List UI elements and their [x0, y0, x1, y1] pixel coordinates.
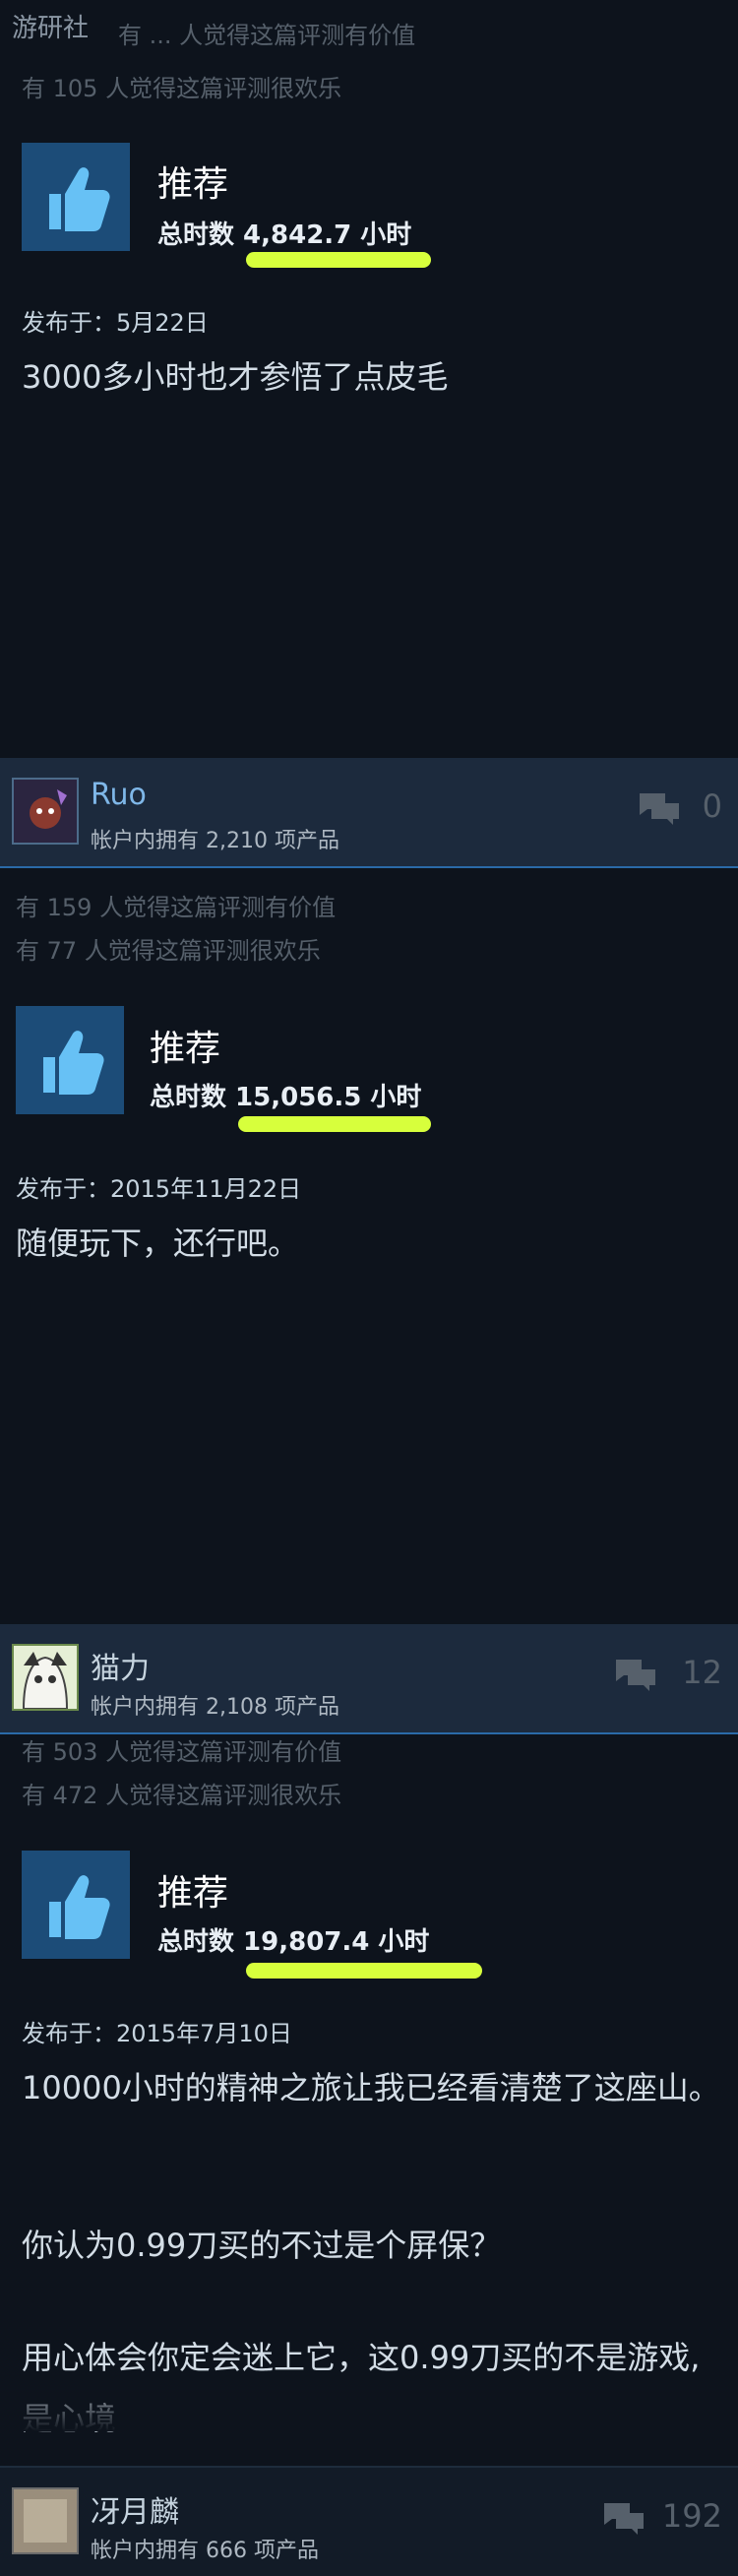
comment-icon[interactable]: [638, 791, 681, 827]
recommend-label: 推荐: [150, 1029, 221, 1069]
comment-icon[interactable]: [614, 1658, 657, 1693]
hours-highlight: [246, 252, 431, 268]
helpful-count: 有 159 人觉得这篇评测有价值: [16, 894, 337, 921]
avatar[interactable]: [12, 778, 79, 845]
comment-icon[interactable]: [602, 2501, 646, 2537]
avatar[interactable]: [12, 1644, 79, 1711]
recommend-label: 推荐: [157, 1873, 229, 1914]
review-user-header[interactable]: Ruo 帐户内拥有 2,210 项产品 0: [0, 758, 738, 868]
text-fade-overlay: [0, 2372, 738, 2431]
review-text-line: 你认为0.99刀买的不过是个屏保？: [22, 2227, 502, 2264]
hours-highlight: [246, 1963, 482, 1979]
posted-date: 发布于：2015年7月10日: [22, 2020, 292, 2047]
products-owned: 帐户内拥有 2,210 项产品: [91, 829, 339, 853]
avatar[interactable]: [12, 2487, 79, 2554]
thumbs-up-icon: [16, 1006, 124, 1114]
comment-count[interactable]: 0: [703, 787, 722, 825]
posted-date: 发布于：2015年11月22日: [16, 1175, 302, 1203]
username-link[interactable]: 猫力: [91, 1644, 150, 1687]
recommend-label: 推荐: [157, 164, 229, 205]
thumbs-up-icon: [22, 143, 130, 251]
helpful-count: 有 ... 人觉得这篇评测有价值: [118, 22, 416, 49]
hours-highlight: [238, 1116, 431, 1132]
funny-count: 有 105 人觉得这篇评测很欢乐: [22, 75, 342, 102]
review-text: 随便玩下，还行吧。: [16, 1225, 300, 1262]
comment-count[interactable]: 192: [662, 2497, 722, 2535]
helpful-count: 有 503 人觉得这篇评测有价值: [22, 1738, 342, 1766]
posted-date: 发布于：5月22日: [22, 309, 209, 337]
review-user-header[interactable]: 猫力 帐户内拥有 2,108 项产品 12: [0, 1624, 738, 1734]
username-link[interactable]: Ruo: [91, 778, 147, 812]
watermark-logo: 游研社: [12, 14, 90, 43]
review-text: 3000多小时也才参悟了点皮毛: [22, 358, 449, 396]
username-link[interactable]: 冴月麟: [91, 2487, 179, 2531]
total-hours: 总时数 15,056.5 小时: [150, 1083, 422, 1112]
thumbs-up-icon: [22, 1851, 130, 1959]
products-owned: 帐户内拥有 666 项产品: [91, 2539, 319, 2563]
comment-count[interactable]: 12: [682, 1654, 722, 1691]
funny-count: 有 77 人觉得这篇评测很欢乐: [16, 937, 321, 965]
total-hours: 总时数 19,807.4 小时: [157, 1927, 430, 1957]
total-hours: 总时数 4,842.7 小时: [157, 220, 412, 250]
review-user-header[interactable]: 冴月麟 帐户内拥有 666 项产品 192: [0, 2466, 738, 2576]
review-text-line: 10000小时的精神之旅让我已经看清楚了这座山。: [22, 2069, 720, 2106]
funny-count: 有 472 人觉得这篇评测很欢乐: [22, 1782, 342, 1809]
products-owned: 帐户内拥有 2,108 项产品: [91, 1695, 339, 1720]
